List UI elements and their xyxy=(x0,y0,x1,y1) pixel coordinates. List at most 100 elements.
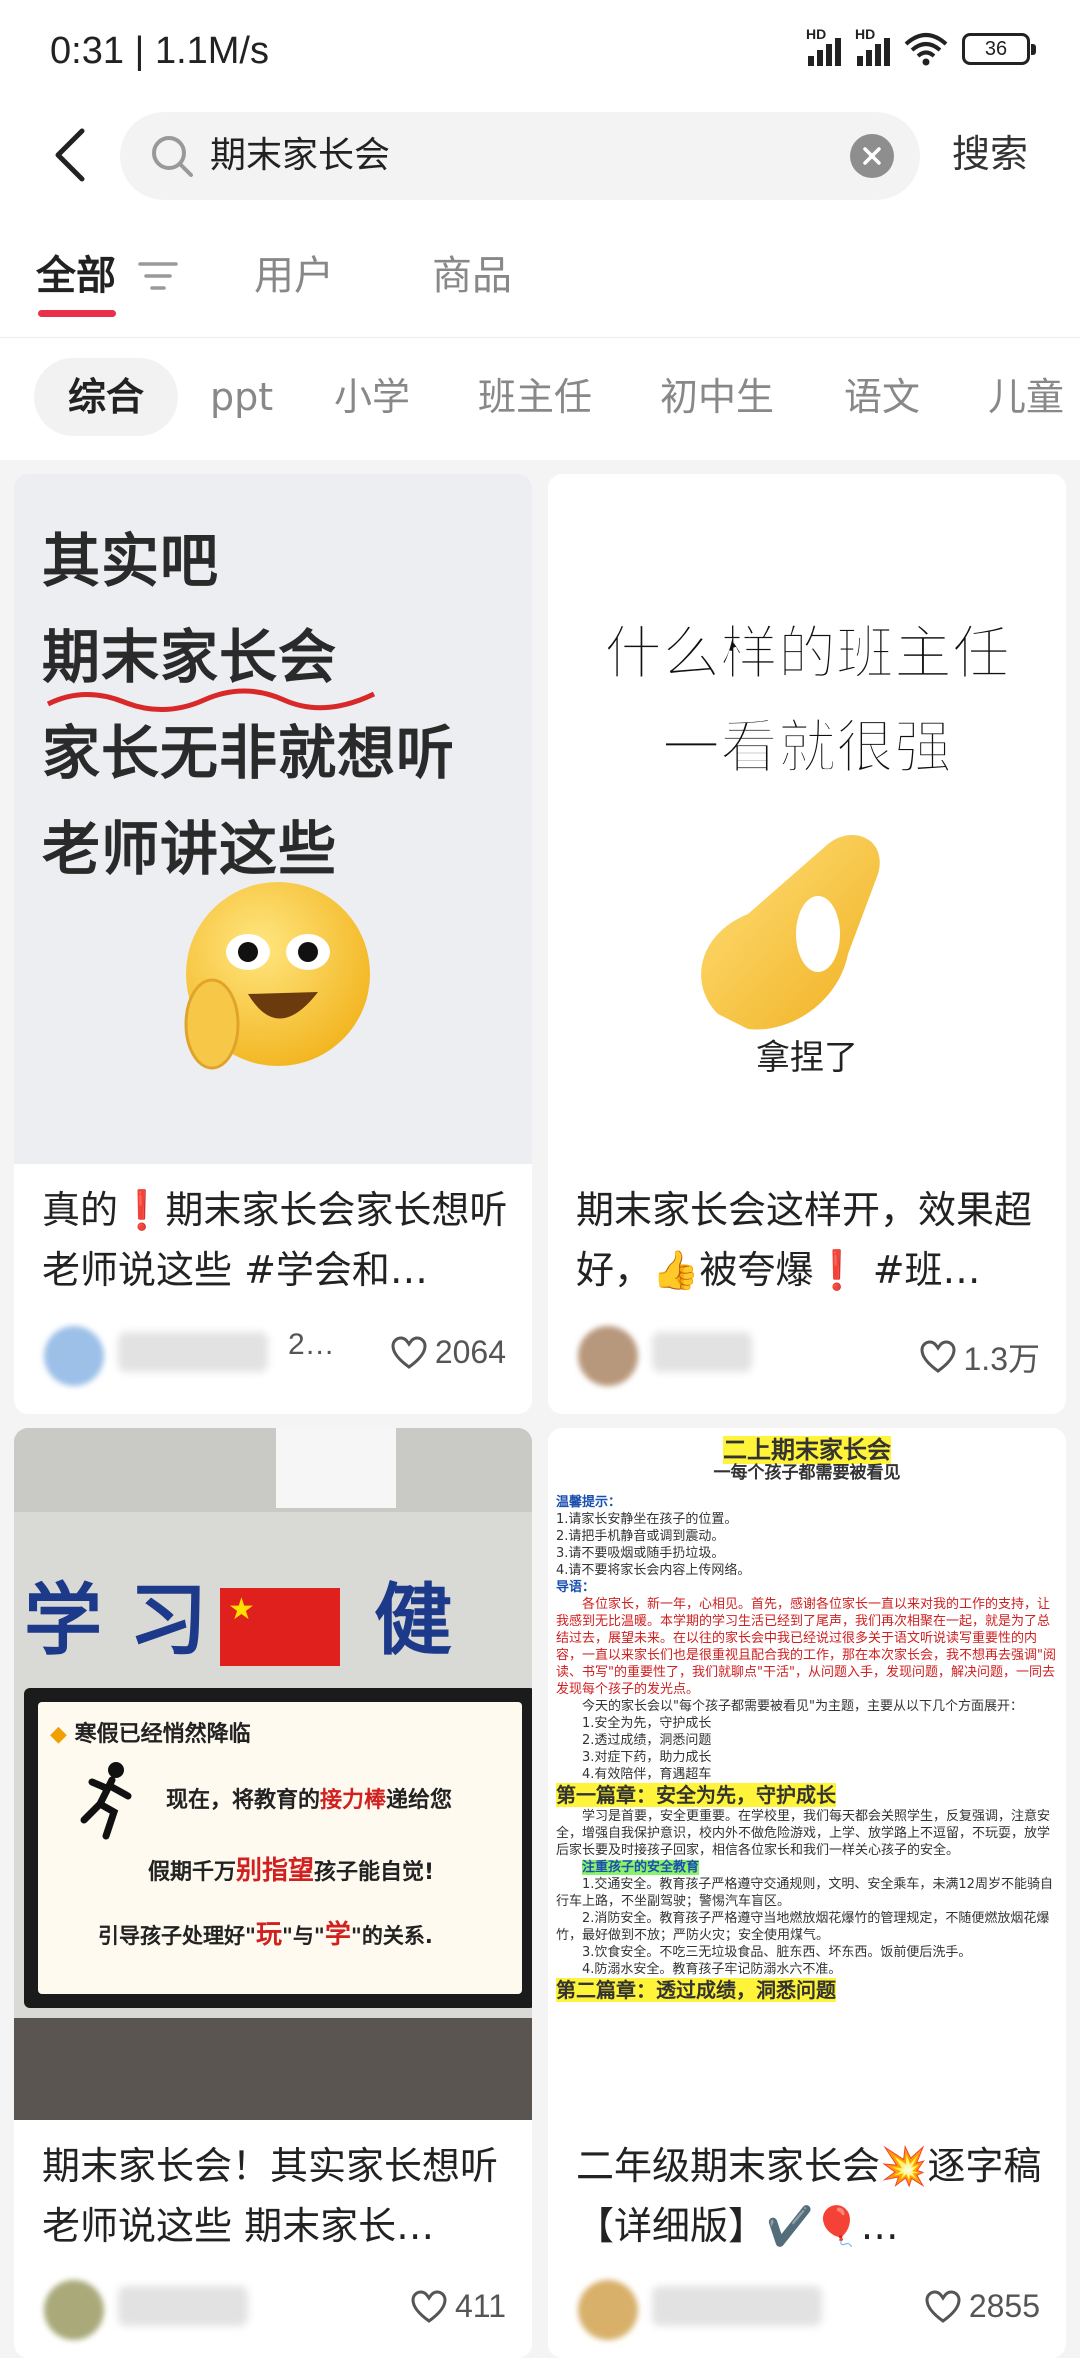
like-count-value: 2855 xyxy=(968,2288,1040,2324)
flag: ★ xyxy=(220,1588,340,1666)
doc-topic: 4.有效陪伴，育遇超车 xyxy=(582,1767,712,1782)
search-button[interactable]: 搜索 xyxy=(952,124,1028,184)
doc-intro: 今天的家长会以"每个孩子都需要被看见"为主题，主要从以下几个方面展开： xyxy=(582,1699,1023,1714)
back-button[interactable] xyxy=(40,120,100,190)
chip-comprehensive[interactable]: 综合 xyxy=(34,358,179,436)
card-cover: 二上期末家长会 一每个孩子都需要被看见 温馨提示： 1.请家长安静坐在孩子的位置… xyxy=(548,1428,1066,2120)
status-time: 0:31 | 1.1M/s xyxy=(50,30,269,72)
like-count[interactable]: 1.3万 xyxy=(919,1334,1040,1380)
doc-chapter: 第一篇章：安全为先，守护成长 xyxy=(556,1783,836,1807)
chip-head-teacher[interactable]: 班主任 xyxy=(478,358,592,436)
doc-guide-heading: 导语： xyxy=(556,1580,596,1595)
text: 引导孩子处理好" xyxy=(98,1924,256,1948)
pinch-hand-icon xyxy=(701,835,880,1030)
doc-subtitle: 一每个孩子都需要被看见 xyxy=(713,1463,901,1483)
screen-line-3: 引导孩子处理好"玩"与"学"的关系. xyxy=(98,1914,433,1951)
doc-title: 二上期末家长会 xyxy=(723,1436,891,1464)
chip-ppt[interactable]: ppt xyxy=(210,358,273,436)
status-bar: 0:31 | 1.1M/s HD HD 36 xyxy=(0,0,1080,100)
card-title: 期末家长会这样开，效果超好，👍被夸爆❗ #班… xyxy=(576,1188,1033,1292)
screen-content: ◆ 寒假已经悄然降临 现在，将教育的接力棒递给您 假期千万别指望孩子能自觉! 引… xyxy=(38,1702,522,1994)
cover-text: 期末家长会 xyxy=(42,623,338,691)
feed-card[interactable]: 其实吧 期末家长会 家长无非就想听 老师讲这些 真的❗期末家长会家长想听老师说这… xyxy=(14,474,532,1414)
runner-icon xyxy=(80,1762,132,1840)
text: 现在，将教育的 xyxy=(166,1788,321,1813)
doc-tip: 2.请把手机静音或调到震动。 xyxy=(556,1529,725,1544)
search-query: 期末家长会 xyxy=(210,135,391,176)
like-count[interactable]: 2855 xyxy=(925,2288,1040,2325)
avatar[interactable] xyxy=(578,1326,638,1386)
avatar[interactable] xyxy=(44,2280,104,2340)
like-count[interactable]: 411 xyxy=(411,2288,506,2325)
doc-safety-item: 2.消防安全。教育孩子严格遵守当地燃放烟花爆竹的管理规定，不随便燃放烟花爆竹，最… xyxy=(556,1911,1050,1943)
tab-all[interactable]: 全部 xyxy=(36,248,116,304)
screen-line-2: 假期千万别指望孩子能自觉! xyxy=(148,1850,434,1887)
text: 递给您 xyxy=(386,1788,453,1813)
screen-line-1: 现在，将教育的接力棒递给您 xyxy=(166,1782,452,1814)
chip-primary-school[interactable]: 小学 xyxy=(334,358,410,436)
doc-topic: 1.安全为先，守护成长 xyxy=(582,1716,712,1731)
doc-safety-item: 1.交通安全。教育孩子严格遵守交通规则，文明、安全乘车，未满12周岁不能骑自行车… xyxy=(556,1877,1053,1909)
battery-level: 36 xyxy=(984,37,1008,60)
text: 学 xyxy=(324,1920,351,1950)
text: "的关系. xyxy=(350,1924,433,1948)
chip-chinese[interactable]: 语文 xyxy=(844,358,920,436)
search-input[interactable]: 期末家长会 xyxy=(120,112,920,200)
cover-text: 家长无非就想听 xyxy=(42,719,456,787)
filter-chips: 综合 ppt 小学 班主任 初中生 语文 儿童 xyxy=(0,338,1080,460)
screen-heading: ◆ 寒假已经悄然降临 xyxy=(50,1722,251,1747)
screen: ◆ 寒假已经悄然降临 现在，将教育的接力棒递给您 假期千万别指望孩子能自觉! 引… xyxy=(24,1688,532,2008)
card-title: 期末家长会！其实家长想听老师说这些 期末家长… xyxy=(42,2144,499,2248)
doc-guide-text: 各位家长，新一年，心相见。首先，感谢各位家长一直以来对我的工作的支持，让我感到无… xyxy=(556,1597,1056,1697)
card-cover: 其实吧 期末家长会 家长无非就想听 老师讲这些 xyxy=(14,474,532,1164)
author-name[interactable] xyxy=(118,2286,248,2326)
result-tabs: 全部 用户 商品 xyxy=(0,210,1080,338)
heart-icon xyxy=(925,2289,961,2323)
feed-card[interactable]: 二上期末家长会 一每个孩子都需要被看见 温馨提示： 1.请家长安静坐在孩子的位置… xyxy=(548,1428,1066,2358)
feed-card[interactable]: 学 习 ★ 健 康 ◆ 寒假已经悄然降临 现在，将教育的接力棒递给您 假期千万别… xyxy=(14,1428,532,2358)
ceiling xyxy=(14,1428,532,1512)
text: 接力棒 xyxy=(320,1788,387,1813)
chip-children[interactable]: 儿童 xyxy=(988,358,1064,436)
doc-paragraph: 学习是首要，安全更重要。在学校里，我们每天都会关照学生，反复强调，注意安全，增强… xyxy=(556,1809,1051,1858)
cover-text: 一看就很强 xyxy=(661,713,952,782)
tab-products[interactable]: 商品 xyxy=(432,248,512,304)
author-name-partial: 2… xyxy=(288,1328,335,1361)
search-icon xyxy=(152,136,193,177)
author-name[interactable] xyxy=(118,1332,268,1372)
tab-users[interactable]: 用户 xyxy=(254,248,334,304)
document-preview: 二上期末家长会 一每个孩子都需要被看见 温馨提示： 1.请家长安静坐在孩子的位置… xyxy=(548,1428,1066,2120)
feed-card[interactable]: 什么样的班主任 一看就很强 拿捏了 期末家长会这样开，效果超好，👍被夸爆❗ #班… xyxy=(548,474,1066,1414)
like-count-value: 411 xyxy=(454,2288,506,2324)
author-name[interactable] xyxy=(652,2286,822,2326)
doc-safety-item: 3.饮食安全。不吃三无垃圾食品、脏东西、坏东西。饭前便后洗手。 xyxy=(582,1945,972,1960)
battery-icon: 36 xyxy=(962,33,1036,65)
like-count[interactable]: 2064 xyxy=(391,1334,506,1371)
cover-text: 什么样的班主任 xyxy=(603,619,1010,688)
author-name[interactable] xyxy=(652,1332,752,1372)
signal-icon: HD xyxy=(855,26,890,66)
chip-junior-high[interactable]: 初中生 xyxy=(660,358,774,436)
text: 假期千万 xyxy=(148,1860,237,1885)
filter-icon[interactable] xyxy=(138,258,178,294)
signal-hd-label: HD xyxy=(806,26,827,42)
text: "与" xyxy=(281,1924,325,1948)
doc-tip: 4.请不要将家长会内容上传网络。 xyxy=(556,1563,751,1578)
signal-icon: HD xyxy=(806,26,841,66)
card-title: 二年级期末家长会💥逐字稿【详细版】✔️🎈… xyxy=(576,2144,1042,2248)
signal-hd-label: HD xyxy=(855,26,876,42)
avatar[interactable] xyxy=(578,2280,638,2340)
status-icons: HD HD 36 xyxy=(806,26,1036,66)
avatar[interactable] xyxy=(44,1326,104,1386)
heart-icon xyxy=(411,2289,447,2323)
emoji-face-icon xyxy=(184,882,370,1070)
card-title: 真的❗期末家长会家长想听老师说这些 #学会和… xyxy=(42,1188,508,1292)
wall-banner-left: 学 习 xyxy=(24,1576,208,1666)
floor xyxy=(14,2018,532,2120)
search-header: 期末家长会 搜索 xyxy=(0,100,1080,210)
clear-button[interactable] xyxy=(850,134,894,178)
heart-icon xyxy=(919,1340,956,1373)
ceiling-light xyxy=(276,1428,396,1508)
back-icon xyxy=(55,128,85,182)
heart-icon xyxy=(391,1335,427,1369)
